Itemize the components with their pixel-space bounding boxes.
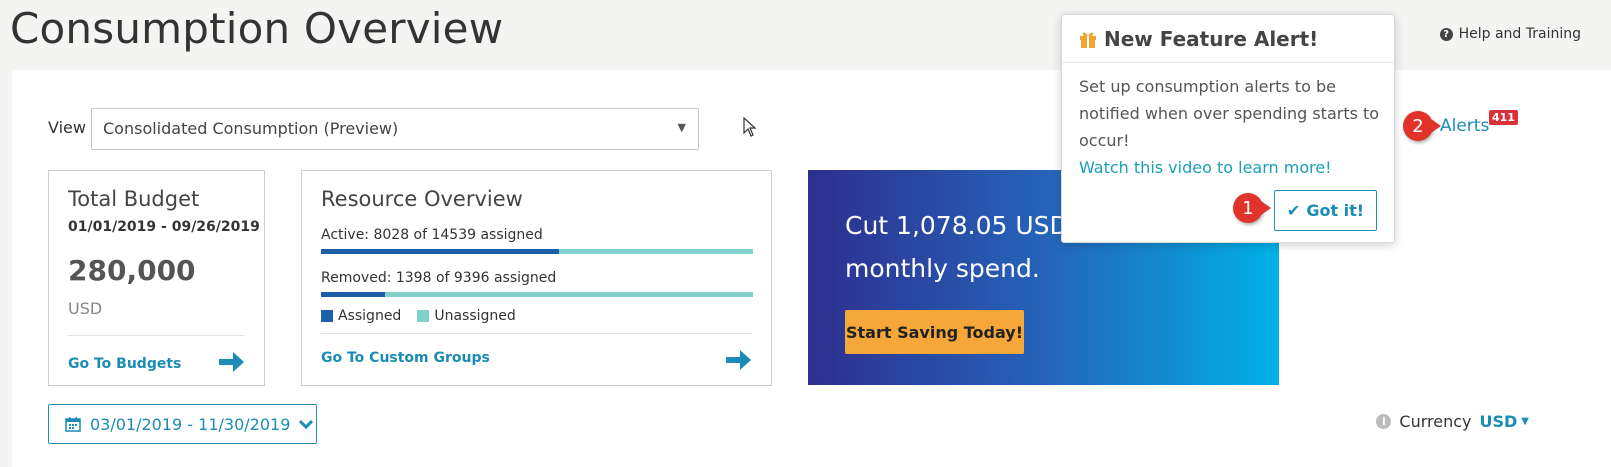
check-icon: ✔ (1286, 201, 1301, 220)
help-label: Help and Training (1458, 26, 1581, 42)
start-saving-button[interactable]: Start Saving Today! (845, 310, 1024, 354)
resource-overview-card: Resource Overview Active: 8028 of 14539 … (301, 170, 772, 386)
question-circle-icon: ? (1439, 27, 1453, 41)
budget-currency: USD (68, 299, 103, 318)
resource-card-title: Resource Overview (321, 187, 523, 211)
popover-message: Set up consumption alerts to be notified… (1079, 77, 1380, 150)
caret-down-icon: ▼ (1521, 416, 1529, 427)
active-progress-bar (321, 249, 753, 254)
popover-header: New Feature Alert! (1062, 15, 1394, 63)
step-badge-1: 1 (1233, 193, 1271, 223)
got-it-button[interactable]: ✔ Got it! (1274, 190, 1377, 231)
currency-value: USD (1479, 412, 1518, 431)
removed-progress-fill (321, 292, 386, 297)
gift-icon (1080, 32, 1096, 48)
active-resources-text: Active: 8028 of 14539 assigned (321, 227, 543, 243)
currency-selector-row: i Currency USD ▼ (1376, 412, 1529, 431)
budget-amount: 280,000 (68, 254, 196, 287)
view-label: View (48, 118, 86, 137)
removed-progress-bar (321, 292, 753, 297)
step-badge-2: 2 (1403, 111, 1441, 141)
calendar-icon (65, 417, 81, 432)
budget-date-range: 01/01/2019 - 09/26/2019 (68, 219, 260, 235)
feature-alert-popover: New Feature Alert! Set up consumption al… (1061, 14, 1395, 243)
arrow-right-icon[interactable] (724, 347, 752, 373)
view-select-value: Consolidated Consumption (Preview) (103, 119, 399, 138)
divider (68, 335, 245, 336)
total-budget-card: Total Budget 01/01/2019 - 09/26/2019 280… (48, 170, 265, 386)
popover-title: New Feature Alert! (1104, 26, 1319, 51)
budget-card-title: Total Budget (68, 187, 200, 211)
alerts-link[interactable]: Alerts (1440, 116, 1489, 136)
active-progress-fill (321, 249, 560, 254)
unassigned-swatch (417, 310, 430, 322)
currency-label: Currency (1399, 412, 1472, 431)
alerts-count-badge: 411 (1489, 110, 1518, 125)
removed-resources-text: Removed: 1398 of 9396 assigned (321, 270, 557, 286)
view-select[interactable]: Consolidated Consumption (Preview) ▼ (91, 108, 699, 150)
arrow-right-icon[interactable] (217, 349, 245, 375)
currency-select[interactable]: USD ▼ (1480, 412, 1530, 431)
date-range-picker[interactable]: 03/01/2019 - 11/30/2019 (48, 404, 317, 444)
watch-video-link[interactable]: Watch this video to learn more! (1079, 154, 1384, 181)
chevron-down-icon (299, 419, 314, 429)
date-range-value: 03/01/2019 - 11/30/2019 (90, 414, 291, 434)
go-to-custom-groups-link[interactable]: Go To Custom Groups (321, 350, 490, 366)
got-it-label: Got it! (1306, 201, 1365, 220)
legend-assigned: Assigned (321, 308, 401, 324)
help-and-training-link[interactable]: ? Help and Training (1439, 26, 1581, 42)
legend-unassigned: Unassigned (417, 308, 516, 324)
divider (321, 333, 752, 334)
page-title: Consumption Overview (10, 4, 504, 53)
assigned-swatch (321, 310, 333, 322)
info-icon[interactable]: i (1376, 414, 1392, 429)
resource-legend: Assigned Unassigned (321, 308, 516, 324)
caret-down-icon: ▼ (677, 121, 686, 134)
legend-assigned-label: Assigned (338, 308, 402, 324)
go-to-budgets-link[interactable]: Go To Budgets (68, 356, 181, 372)
popover-body: Set up consumption alerts to be notified… (1079, 73, 1384, 181)
mouse-cursor-icon (743, 117, 757, 137)
legend-unassigned-label: Unassigned (434, 308, 516, 324)
